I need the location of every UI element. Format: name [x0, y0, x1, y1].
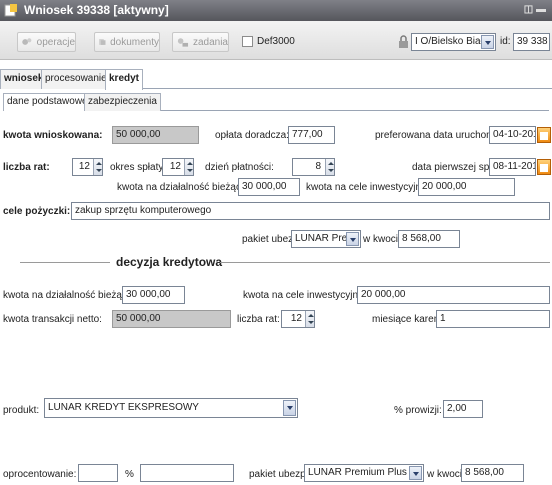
- kwota-netto-label: kwota transakcji netto:: [3, 314, 102, 325]
- spinner-icon[interactable]: [325, 159, 334, 175]
- lock-icon: [399, 35, 408, 48]
- decyzja-inwestycyjne-label: kwota na cele inwestycyjne:: [243, 290, 367, 301]
- dokumenty-button[interactable]: dokumenty: [94, 32, 160, 52]
- tab-kredyt[interactable]: kredyt: [105, 69, 144, 90]
- app-icon: [4, 4, 17, 17]
- dzien-platnosci-value: 8: [315, 161, 321, 172]
- okres-splaty-value: 12: [169, 161, 181, 172]
- decyzja-liczba-rat-label: liczba rat:: [237, 314, 280, 325]
- branch-value: I O/Bielsko Biała: [415, 36, 489, 47]
- pakiet-ubezp-select[interactable]: LUNAR Pre...: [291, 230, 361, 248]
- cele-pozyczki-field[interactable]: zakup sprzętu komputerowego: [71, 202, 550, 220]
- cele-pozyczki-label: cele pożyczki:: [3, 206, 71, 217]
- decyzja-liczba-rat-value: 12: [290, 313, 302, 324]
- decyzja-dzialalnosc-label: kwota na działalność bieżącą:: [3, 290, 136, 301]
- kwota-inwestycyjne-field[interactable]: 20 000,00: [418, 178, 515, 196]
- def3000-label: Def3000: [257, 36, 295, 47]
- kwota-dzialalnosc-field[interactable]: 30 000,00: [238, 178, 300, 196]
- kwota-wnioskowana-field: 50 000,00: [112, 126, 199, 144]
- prowizji-label: % prowizji:: [394, 405, 442, 416]
- chevron-down-icon[interactable]: [346, 232, 359, 246]
- gears-icon: [22, 38, 32, 45]
- calendar-icon[interactable]: [537, 159, 551, 175]
- w-kwocie-field[interactable]: 8 568,00: [398, 230, 460, 248]
- preferowana-data-field[interactable]: 04-10-2010: [489, 126, 536, 144]
- title-bar: Wniosek 39338 [aktywny] ◫ ▬: [0, 0, 552, 21]
- kwota-netto-field: 50 000,00: [112, 310, 231, 328]
- kwota-wnioskowana-label: kwota wnioskowana:: [3, 130, 103, 141]
- dzien-platnosci-label: dzień płatności:: [205, 162, 274, 173]
- liczba-rat-value: 12: [78, 161, 90, 172]
- kwota-dzialalnosc-label: kwota na działalność bieżącą:: [117, 182, 250, 193]
- chevron-down-icon[interactable]: [283, 400, 296, 416]
- oplata-doradcza-field[interactable]: 777,00: [288, 126, 335, 144]
- operacje-button[interactable]: operacje: [17, 32, 76, 52]
- dokumenty-label: dokumenty: [110, 36, 159, 48]
- liczba-rat-stepper[interactable]: 12: [72, 158, 103, 176]
- decyzja-liczba-rat-stepper[interactable]: 12: [281, 310, 315, 328]
- produkt-select[interactable]: LUNAR KREDYT EKSPRESOWY: [44, 398, 298, 418]
- tab-dane-podstawowe[interactable]: dane podstawowe: [3, 93, 92, 111]
- decyzja-w-kwocie-field[interactable]: 8 568,00: [461, 464, 524, 482]
- main-tabs: wniosek procesowanie kredyt: [0, 69, 552, 90]
- spinner-icon[interactable]: [305, 311, 314, 327]
- chevron-down-icon[interactable]: [481, 35, 494, 49]
- oprocentowanie-label: oprocentowanie:: [3, 469, 77, 480]
- zadania-button[interactable]: zadania: [172, 32, 229, 52]
- produkt-label: produkt:: [3, 405, 40, 416]
- tab-procesowanie[interactable]: procesowanie: [41, 69, 111, 89]
- decyzja-inwestycyjne-field[interactable]: 20 000,00: [357, 286, 550, 304]
- liczba-rat-label: liczba rat:: [3, 162, 50, 173]
- toolbar: operacje dokumenty zadania Def3000 I O/B…: [0, 21, 552, 60]
- spinner-icon[interactable]: [93, 159, 102, 175]
- chevron-down-icon[interactable]: [409, 466, 422, 480]
- operacje-label: operacje: [36, 36, 75, 48]
- spinner-icon[interactable]: [184, 159, 193, 175]
- okres-splaty-label: okres spłaty:: [110, 162, 167, 173]
- decyzja-pakiet-label: pakiet ubezp.:: [249, 469, 312, 480]
- data-pierwszej-splaty-field[interactable]: 08-11-2010: [489, 158, 536, 176]
- prowizji-field[interactable]: 2,00: [443, 400, 483, 418]
- oprocentowanie-field[interactable]: [78, 464, 118, 482]
- sub-tabs: dane podstawowe zabezpieczenia: [3, 93, 549, 111]
- zadania-label: zadania: [192, 36, 228, 48]
- decyzja-pakiet-value: LUNAR Premium Plus: [308, 467, 407, 478]
- section-divider: [220, 262, 550, 263]
- okres-splaty-stepper[interactable]: 12: [162, 158, 194, 176]
- calendar-icon[interactable]: [537, 127, 551, 143]
- id-label: id:: [500, 36, 511, 47]
- id-field[interactable]: 39 338: [513, 33, 550, 51]
- def3000-checkbox[interactable]: [242, 36, 253, 47]
- section-divider: [20, 262, 110, 263]
- decyzja-dzialalnosc-field[interactable]: 30 000,00: [122, 286, 185, 304]
- decyzja-kredytowa-title: decyzja kredytowa: [116, 255, 223, 269]
- tab-zabezpieczenia[interactable]: zabezpieczenia: [84, 93, 161, 111]
- percent-field[interactable]: [140, 464, 234, 482]
- window-controls[interactable]: ◫ ▬: [524, 4, 546, 15]
- decyzja-pakiet-select[interactable]: LUNAR Premium Plus: [304, 464, 424, 482]
- oplata-doradcza-label: opłata doradcza:: [215, 130, 289, 141]
- branch-select[interactable]: I O/Bielsko Biała: [411, 33, 496, 51]
- tasks-icon: [177, 38, 189, 47]
- produkt-value: LUNAR KREDYT EKSPRESOWY: [48, 402, 199, 413]
- dzien-platnosci-stepper[interactable]: 8: [292, 158, 335, 176]
- window-title: Wniosek 39338 [aktywny]: [24, 3, 169, 17]
- kwota-inwestycyjne-label: kwota na cele inwestycyjne:: [306, 182, 430, 193]
- documents-icon: [99, 39, 106, 45]
- miesiace-karencji-field[interactable]: 1: [436, 310, 550, 328]
- percent-label: %: [125, 469, 134, 480]
